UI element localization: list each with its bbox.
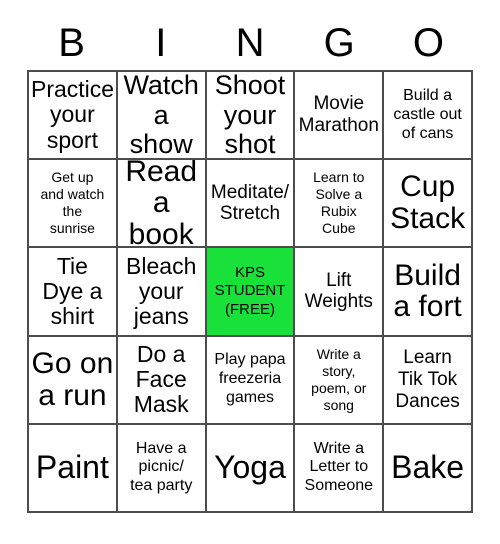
bingo-cell-label: KPS STUDENT (FREE) xyxy=(214,263,286,318)
bingo-cell[interactable]: Build a castle out of cans xyxy=(384,72,473,161)
bingo-cell[interactable]: Build a fort xyxy=(384,248,473,337)
bingo-cell[interactable]: Watch a show xyxy=(117,72,207,161)
bingo-cell[interactable]: Bleach your jeans xyxy=(117,248,207,337)
bingo-cell-label: Movie Marathon xyxy=(298,93,379,137)
bingo-cell-label: Have a picnic/ tea party xyxy=(130,439,193,495)
bingo-cell[interactable]: Go on a run xyxy=(29,336,118,425)
header-letter-i: I xyxy=(155,21,167,65)
bingo-cell-label: Lift Weights xyxy=(304,269,373,313)
bingo-cell[interactable]: Meditate/ Stretch xyxy=(206,160,296,249)
bingo-card: B I N G O Practice your sport Watch a sho… xyxy=(0,0,500,544)
bingo-cell[interactable]: Shoot your shot xyxy=(206,72,296,161)
bingo-cell[interactable]: Movie Marathon xyxy=(295,72,385,161)
bingo-cell[interactable]: Practice your sport xyxy=(29,72,118,161)
bingo-cell-label: Write a story, poem, or song xyxy=(311,345,367,413)
bingo-grid: Practice your sport Watch a show Shoot you… xyxy=(27,70,473,513)
bingo-cell-label: Meditate/ Stretch xyxy=(210,181,290,225)
bingo-cell-label: Play papa freezeria games xyxy=(214,351,286,407)
bingo-cell[interactable]: Bake xyxy=(384,424,473,513)
bingo-cell-label: Learn to Solve a Rubix Cube xyxy=(313,169,365,237)
bingo-cell-free-space[interactable]: KPS STUDENT (FREE) xyxy=(206,248,296,337)
bingo-cell-label: Bleach your jeans xyxy=(126,252,197,330)
bingo-cell-label: Build a castle out of cans xyxy=(393,86,462,142)
bingo-cell-label: Learn Tik Tok Dances xyxy=(395,347,460,412)
bingo-cell[interactable]: Yoga xyxy=(206,424,296,513)
bingo-cell-label: Tie Dye a shirt xyxy=(42,252,103,330)
bingo-cell-label: Do a Face Mask xyxy=(133,340,189,418)
bingo-cell-label: Watch a show xyxy=(123,72,199,159)
bingo-header: B I N G O xyxy=(27,18,473,68)
bingo-cell-label: Write a Letter to Someone xyxy=(304,439,374,495)
bingo-cell[interactable]: Paint xyxy=(29,424,118,513)
bingo-cell[interactable]: Get up and watch the sunrise xyxy=(29,160,118,249)
header-letter-b: B xyxy=(58,21,85,65)
bingo-cell[interactable]: Do a Face Mask xyxy=(117,336,207,425)
bingo-cell[interactable]: Learn Tik Tok Dances xyxy=(384,336,473,425)
bingo-cell[interactable]: Play papa freezeria games xyxy=(206,336,296,425)
bingo-cell[interactable]: Learn to Solve a Rubix Cube xyxy=(295,160,385,249)
header-letter-o: O xyxy=(412,21,444,65)
bingo-cell-label: Build a fort xyxy=(393,258,462,324)
bingo-cell[interactable]: Lift Weights xyxy=(295,248,385,337)
header-letter-g: G xyxy=(323,21,355,65)
bingo-cell[interactable]: Have a picnic/ tea party xyxy=(117,424,207,513)
bingo-cell-label: Bake xyxy=(391,449,465,486)
bingo-cell[interactable]: Cup Stack xyxy=(384,160,473,249)
bingo-cell[interactable]: Write a Letter to Someone xyxy=(295,424,385,513)
bingo-cell-label: Go on a run xyxy=(31,346,114,412)
header-letter-n: N xyxy=(235,21,265,65)
bingo-cell-label: Practice your sport xyxy=(31,76,115,153)
bingo-cell-label: Yoga xyxy=(214,449,286,486)
bingo-cell[interactable]: Read a book xyxy=(117,160,207,249)
bingo-cell-label: Cup Stack xyxy=(390,170,466,236)
bingo-cell[interactable]: Tie Dye a shirt xyxy=(29,248,118,337)
bingo-cell-label: Read a book xyxy=(125,160,198,249)
bingo-cell-label: Paint xyxy=(35,449,109,486)
bingo-cell-label: Shoot your shot xyxy=(214,72,286,159)
bingo-cell[interactable]: Write a story, poem, or song xyxy=(295,336,385,425)
bingo-cell-label: Get up and watch the sunrise xyxy=(40,169,105,237)
